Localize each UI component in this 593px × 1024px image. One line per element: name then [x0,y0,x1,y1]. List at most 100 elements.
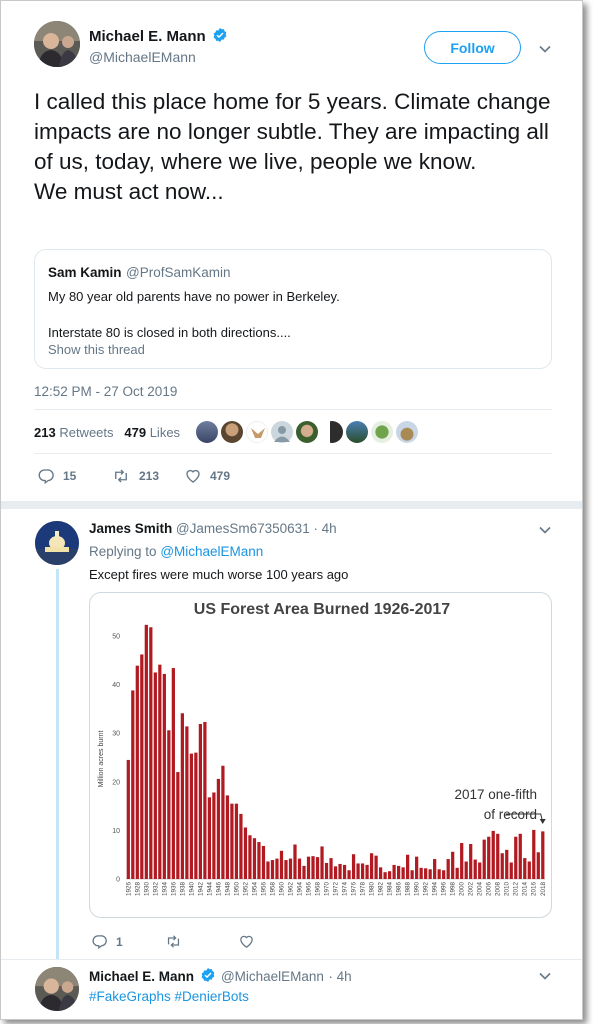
chart-image[interactable]: US Forest Area Burned 1926-2017 Million … [89,592,552,918]
x-tick-label: 1946 [215,882,222,897]
x-tick-label: 1974 [342,882,349,897]
y-tick-label: 30 [112,731,120,738]
likes-count[interactable]: 479 [124,425,146,440]
bar [360,863,365,879]
bar [338,863,342,879]
bar [261,845,266,879]
x-tick-label: 1956 [260,882,267,897]
x-tick-label: 1944 [206,882,213,897]
author-name[interactable]: Michael E. Mann [89,28,206,45]
tweet-page: Michael E. Mann @MichaelEMann Follow I c… [0,0,583,1020]
bar [460,843,464,879]
bar [406,854,410,879]
y-tick-label: 40 [112,682,120,689]
default-profile-icon [274,426,290,442]
bar [442,870,446,879]
reply-author-avatar[interactable] [35,521,79,565]
bar [198,723,202,879]
engagement-stats: 213 Retweets 479 Likes [34,425,180,440]
bar [496,833,500,879]
retweet-action[interactable]: 213 [111,467,159,485]
reply-author-avatar[interactable] [35,967,79,1011]
x-tick-label: 1950 [233,882,240,897]
bird-icon [251,428,265,438]
liker-avatar[interactable] [246,421,268,443]
liker-avatar[interactable] [296,421,318,443]
bar [297,858,302,879]
chevron-down-icon[interactable] [538,523,552,537]
bar [464,861,468,879]
reply-author-handle[interactable]: @MichaelEMann [221,969,324,984]
like-count: 479 [210,469,231,483]
likes-label[interactable]: Likes [150,425,180,440]
liker-avatar[interactable] [196,421,218,443]
reply-time[interactable]: · 4h [328,969,351,984]
bar [469,844,473,879]
reply-author-name[interactable]: Michael E. Mann [89,969,194,984]
liker-avatar[interactable] [321,421,343,443]
reply-time[interactable]: · 4h [313,521,336,536]
bar [230,803,234,879]
like-action[interactable] [238,933,263,950]
chevron-down-icon[interactable] [538,969,552,983]
retweets-label[interactable]: Retweets [59,425,113,440]
bar [306,856,311,879]
bar [523,858,527,879]
reply-author-name[interactable]: James Smith [89,521,172,536]
bar [131,690,135,879]
capitol-photo [35,521,79,565]
x-tick-label: 1930 [143,882,150,897]
x-tick-label: 1976 [351,882,358,897]
x-tick-label: 1972 [333,882,340,897]
liker-avatar[interactable] [346,421,368,443]
bar [437,869,441,879]
x-tick-label: 1990 [414,882,421,897]
quoted-tweet[interactable]: Sam Kamin @ProfSamKamin My 80 year old p… [34,249,552,369]
like-action[interactable]: 479 [184,467,230,485]
liker-avatar[interactable] [396,421,418,443]
liker-avatar[interactable] [371,421,393,443]
bar [500,853,504,879]
bar [433,859,437,879]
x-tick-label: 1932 [152,882,159,897]
reply-count: 1 [116,934,123,949]
x-tick-label: 1992 [423,882,430,897]
bar [428,869,432,879]
liker-avatar[interactable] [221,421,243,443]
replying-to-label: Replying to [89,544,157,559]
bar [473,859,477,879]
bar [365,864,369,879]
hashtags[interactable]: #FakeGraphs #DenierBots [89,989,249,1004]
x-tick-label: 1954 [251,882,258,897]
liker-avatar[interactable] [271,421,293,443]
bar [509,862,513,879]
bar [144,624,148,879]
bar [185,726,189,879]
bar [140,654,144,879]
bar [401,867,405,879]
reply-action[interactable]: 1 [91,933,123,950]
tweet-timestamp[interactable]: 12:52 PM - 27 Oct 2019 [34,384,177,399]
bar [419,867,423,879]
show-thread-link[interactable]: Show this thread [48,342,145,357]
reply-action[interactable]: 15 [37,467,76,485]
replying-to-handle[interactable]: @MichaelEMann [160,544,263,559]
author-handle[interactable]: @MichaelEMann [89,49,228,65]
author-avatar[interactable] [34,21,80,67]
bar [491,830,495,879]
bar [270,860,275,879]
bar [153,672,157,879]
follow-button[interactable]: Follow [424,31,521,64]
retweets-count[interactable]: 213 [34,425,56,440]
tweet-text: I called this place home for 5 years. Cl… [34,89,551,204]
bar [293,844,297,879]
bar [315,857,320,879]
x-tick-label: 2002 [468,882,475,897]
bar [397,865,401,879]
reply-author-handle[interactable]: @JamesSm67350631 [176,521,310,536]
bar [532,829,536,879]
chevron-down-icon[interactable] [538,42,552,56]
bar [347,870,351,879]
retweet-action[interactable] [164,933,191,950]
x-tick-label: 2014 [522,882,529,897]
